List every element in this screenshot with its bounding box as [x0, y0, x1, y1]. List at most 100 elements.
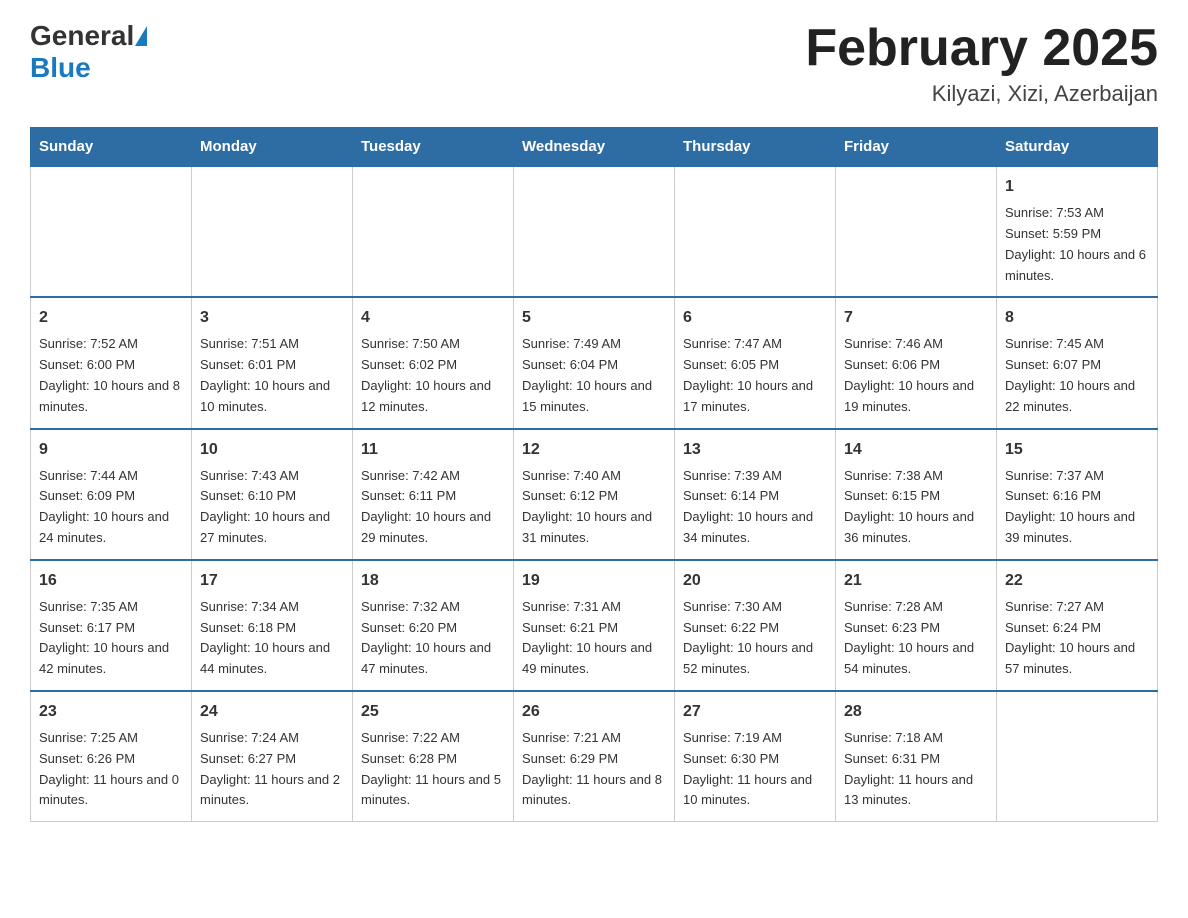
header-day-monday: Monday — [192, 128, 353, 167]
day-info: Sunrise: 7:53 AMSunset: 5:59 PMDaylight:… — [1005, 203, 1149, 286]
day-number: 25 — [361, 700, 505, 724]
calendar-cell: 7 Sunrise: 7:46 AMSunset: 6:06 PMDaylight… — [836, 297, 997, 428]
day-number: 24 — [200, 700, 344, 724]
calendar-cell — [353, 166, 514, 297]
day-number: 9 — [39, 438, 183, 462]
calendar-cell: 4 Sunrise: 7:50 AMSunset: 6:02 PMDaylight… — [353, 297, 514, 428]
day-info: Sunrise: 7:24 AMSunset: 6:27 PMDaylight:… — [200, 728, 344, 811]
calendar-cell: 11 Sunrise: 7:42 AMSunset: 6:11 PMDayligh… — [353, 429, 514, 560]
day-number: 11 — [361, 438, 505, 462]
day-info: Sunrise: 7:39 AMSunset: 6:14 PMDaylight:… — [683, 466, 827, 549]
calendar-week-1: 1 Sunrise: 7:53 AMSunset: 5:59 PMDaylight… — [31, 166, 1158, 297]
calendar-cell: 3 Sunrise: 7:51 AMSunset: 6:01 PMDaylight… — [192, 297, 353, 428]
calendar-cell: 27 Sunrise: 7:19 AMSunset: 6:30 PMDayligh… — [675, 691, 836, 822]
calendar-cell: 23 Sunrise: 7:25 AMSunset: 6:26 PMDayligh… — [31, 691, 192, 822]
day-number: 26 — [522, 700, 666, 724]
logo-blue-text: Blue — [30, 52, 147, 84]
header-day-wednesday: Wednesday — [514, 128, 675, 167]
day-info: Sunrise: 7:32 AMSunset: 6:20 PMDaylight:… — [361, 597, 505, 680]
day-info: Sunrise: 7:51 AMSunset: 6:01 PMDaylight:… — [200, 334, 344, 417]
day-number: 13 — [683, 438, 827, 462]
day-info: Sunrise: 7:43 AMSunset: 6:10 PMDaylight:… — [200, 466, 344, 549]
calendar-cell: 12 Sunrise: 7:40 AMSunset: 6:12 PMDayligh… — [514, 429, 675, 560]
calendar-cell: 14 Sunrise: 7:38 AMSunset: 6:15 PMDayligh… — [836, 429, 997, 560]
calendar-cell: 28Sunrise: 7:18 AMSunset: 6:31 PMDayligh… — [836, 691, 997, 822]
calendar-week-3: 9 Sunrise: 7:44 AMSunset: 6:09 PMDaylight… — [31, 429, 1158, 560]
calendar-cell: 8 Sunrise: 7:45 AMSunset: 6:07 PMDaylight… — [997, 297, 1158, 428]
day-info: Sunrise: 7:28 AMSunset: 6:23 PMDaylight:… — [844, 597, 988, 680]
calendar-cell: 1 Sunrise: 7:53 AMSunset: 5:59 PMDaylight… — [997, 166, 1158, 297]
day-info: Sunrise: 7:44 AMSunset: 6:09 PMDaylight:… — [39, 466, 183, 549]
calendar-cell — [997, 691, 1158, 822]
calendar-cell — [192, 166, 353, 297]
calendar-header: SundayMondayTuesdayWednesdayThursdayFrid… — [31, 128, 1158, 167]
day-info: Sunrise: 7:42 AMSunset: 6:11 PMDaylight:… — [361, 466, 505, 549]
calendar-table: SundayMondayTuesdayWednesdayThursdayFrid… — [30, 127, 1158, 822]
calendar-cell: 10 Sunrise: 7:43 AMSunset: 6:10 PMDayligh… — [192, 429, 353, 560]
logo-general-text: General — [30, 20, 134, 52]
day-number: 23 — [39, 700, 183, 724]
day-number: 5 — [522, 306, 666, 330]
day-number: 10 — [200, 438, 344, 462]
calendar-body: 1 Sunrise: 7:53 AMSunset: 5:59 PMDaylight… — [31, 166, 1158, 821]
calendar-cell: 5 Sunrise: 7:49 AMSunset: 6:04 PMDaylight… — [514, 297, 675, 428]
page-title: February 2025 — [805, 20, 1158, 77]
calendar-cell — [31, 166, 192, 297]
day-info: Sunrise: 7:25 AMSunset: 6:26 PMDaylight:… — [39, 728, 183, 811]
day-info: Sunrise: 7:34 AMSunset: 6:18 PMDaylight:… — [200, 597, 344, 680]
page-subtitle: Kilyazi, Xizi, Azerbaijan — [805, 81, 1158, 107]
day-info: Sunrise: 7:22 AMSunset: 6:28 PMDaylight:… — [361, 728, 505, 811]
day-info: Sunrise: 7:50 AMSunset: 6:02 PMDaylight:… — [361, 334, 505, 417]
day-number: 18 — [361, 569, 505, 593]
day-info: Sunrise: 7:45 AMSunset: 6:07 PMDaylight:… — [1005, 334, 1149, 417]
calendar-cell: 25 Sunrise: 7:22 AMSunset: 6:28 PMDayligh… — [353, 691, 514, 822]
calendar-cell: 19 Sunrise: 7:31 AMSunset: 6:21 PMDayligh… — [514, 560, 675, 691]
calendar-week-2: 2 Sunrise: 7:52 AMSunset: 6:00 PMDaylight… — [31, 297, 1158, 428]
day-info: Sunrise: 7:31 AMSunset: 6:21 PMDaylight:… — [522, 597, 666, 680]
calendar-cell: 13 Sunrise: 7:39 AMSunset: 6:14 PMDayligh… — [675, 429, 836, 560]
calendar-cell: 16Sunrise: 7:35 AMSunset: 6:17 PMDayligh… — [31, 560, 192, 691]
day-info: Sunrise: 7:27 AMSunset: 6:24 PMDaylight:… — [1005, 597, 1149, 680]
calendar-cell: 18 Sunrise: 7:32 AMSunset: 6:20 PMDayligh… — [353, 560, 514, 691]
day-info: Sunrise: 7:21 AMSunset: 6:29 PMDaylight:… — [522, 728, 666, 811]
day-number: 8 — [1005, 306, 1149, 330]
day-info: Sunrise: 7:37 AMSunset: 6:16 PMDaylight:… — [1005, 466, 1149, 549]
calendar-cell — [675, 166, 836, 297]
calendar-cell: 6Sunrise: 7:47 AMSunset: 6:05 PMDaylight… — [675, 297, 836, 428]
day-number: 19 — [522, 569, 666, 593]
header-day-tuesday: Tuesday — [353, 128, 514, 167]
day-info: Sunrise: 7:19 AMSunset: 6:30 PMDaylight:… — [683, 728, 827, 811]
calendar-cell: 21 Sunrise: 7:28 AMSunset: 6:23 PMDayligh… — [836, 560, 997, 691]
calendar-cell: 17 Sunrise: 7:34 AMSunset: 6:18 PMDayligh… — [192, 560, 353, 691]
day-number: 17 — [200, 569, 344, 593]
header-row: SundayMondayTuesdayWednesdayThursdayFrid… — [31, 128, 1158, 167]
calendar-cell: 20Sunrise: 7:30 AMSunset: 6:22 PMDayligh… — [675, 560, 836, 691]
day-number: 7 — [844, 306, 988, 330]
header-day-sunday: Sunday — [31, 128, 192, 167]
day-number: 15 — [1005, 438, 1149, 462]
calendar-cell: 24 Sunrise: 7:24 AMSunset: 6:27 PMDayligh… — [192, 691, 353, 822]
calendar-cell: 15 Sunrise: 7:37 AMSunset: 6:16 PMDayligh… — [997, 429, 1158, 560]
day-number: 27 — [683, 700, 827, 724]
day-info: Sunrise: 7:40 AMSunset: 6:12 PMDaylight:… — [522, 466, 666, 549]
day-number: 21 — [844, 569, 988, 593]
day-number: 4 — [361, 306, 505, 330]
day-info: Sunrise: 7:49 AMSunset: 6:04 PMDaylight:… — [522, 334, 666, 417]
day-info: Sunrise: 7:38 AMSunset: 6:15 PMDaylight:… — [844, 466, 988, 549]
day-number: 22 — [1005, 569, 1149, 593]
calendar-cell: 9 Sunrise: 7:44 AMSunset: 6:09 PMDaylight… — [31, 429, 192, 560]
day-number: 12 — [522, 438, 666, 462]
day-number: 14 — [844, 438, 988, 462]
title-block: February 2025 Kilyazi, Xizi, Azerbaijan — [805, 20, 1158, 107]
logo: General Blue — [30, 20, 147, 84]
day-number: 1 — [1005, 175, 1149, 199]
calendar-cell — [836, 166, 997, 297]
header-day-saturday: Saturday — [997, 128, 1158, 167]
day-number: 3 — [200, 306, 344, 330]
day-number: 16 — [39, 569, 183, 593]
day-info: Sunrise: 7:52 AMSunset: 6:00 PMDaylight:… — [39, 334, 183, 417]
day-info: Sunrise: 7:18 AMSunset: 6:31 PMDaylight:… — [844, 728, 988, 811]
calendar-cell — [514, 166, 675, 297]
day-info: Sunrise: 7:46 AMSunset: 6:06 PMDaylight:… — [844, 334, 988, 417]
day-number: 2 — [39, 306, 183, 330]
